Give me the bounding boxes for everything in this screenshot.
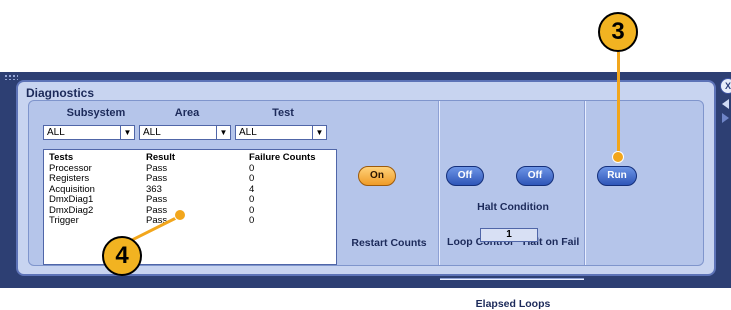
close-icon[interactable]: X — [720, 78, 731, 94]
test-result: Pass — [146, 194, 168, 205]
callout-3-badge: 3 — [598, 12, 638, 52]
test-label: Test — [272, 107, 294, 119]
table-row[interactable]: DmxDiag1 Pass 0 — [49, 194, 329, 206]
elapsed-loops-value: 1 — [480, 228, 538, 242]
failure-count: 0 — [249, 173, 255, 184]
panel-title: Diagnostics — [26, 86, 95, 100]
failure-count: 0 — [249, 162, 255, 174]
test-value: ALL — [239, 127, 257, 138]
failure-count: 0 — [249, 215, 255, 226]
failure-count: 0 — [249, 204, 255, 216]
chevron-down-icon[interactable]: ▼ — [216, 126, 230, 139]
test-result: Pass — [146, 173, 168, 184]
test-dropdown[interactable]: ALL ▼ — [235, 125, 327, 140]
area-value: ALL — [143, 127, 161, 138]
table-row[interactable]: Processor Pass 0 — [49, 162, 329, 175]
callout-4-target — [174, 209, 186, 221]
callout-3-target — [612, 151, 624, 163]
restart-counts-label: Restart Counts — [351, 237, 427, 249]
loop-control-off-button[interactable]: Off — [446, 166, 484, 186]
grip-handle[interactable] — [4, 74, 18, 80]
callout-3-leader — [617, 52, 620, 156]
divider — [440, 279, 584, 280]
callout-4-badge: 4 — [102, 236, 142, 276]
halt-condition-title: Halt Condition — [477, 201, 549, 213]
expand-right-arrow-icon[interactable] — [722, 113, 729, 123]
subsystem-dropdown[interactable]: ALL ▼ — [43, 125, 135, 140]
area-label: Area — [174, 107, 200, 119]
halt-on-fail-off-button[interactable]: Off — [516, 166, 554, 186]
table-row[interactable]: Registers Pass 0 — [49, 173, 329, 185]
tests-header: Tests — [49, 152, 74, 163]
test-name: DmxDiag1 — [49, 194, 94, 205]
restart-counts-on-button[interactable]: On — [358, 166, 396, 186]
failure-counts-header: Failure Counts — [249, 152, 316, 163]
results-list[interactable]: Tests Result Failure Counts Processor Pa… — [43, 149, 337, 265]
failure-count: 4 — [249, 183, 255, 195]
subsystem-value: ALL — [47, 127, 65, 138]
divider — [439, 101, 440, 265]
test-name: Registers — [49, 173, 90, 184]
run-button[interactable]: Run — [597, 166, 637, 186]
subsystem-label: Subsystem — [66, 107, 126, 119]
chevron-down-icon[interactable]: ▼ — [312, 126, 326, 139]
elapsed-loops-label: Elapsed Loops — [475, 298, 551, 310]
result-header: Result — [146, 152, 176, 163]
collapse-left-arrow-icon[interactable] — [722, 99, 729, 109]
area-dropdown[interactable]: ALL ▼ — [139, 125, 231, 140]
failure-count: 0 — [249, 194, 255, 205]
chevron-down-icon[interactable]: ▼ — [120, 126, 134, 139]
